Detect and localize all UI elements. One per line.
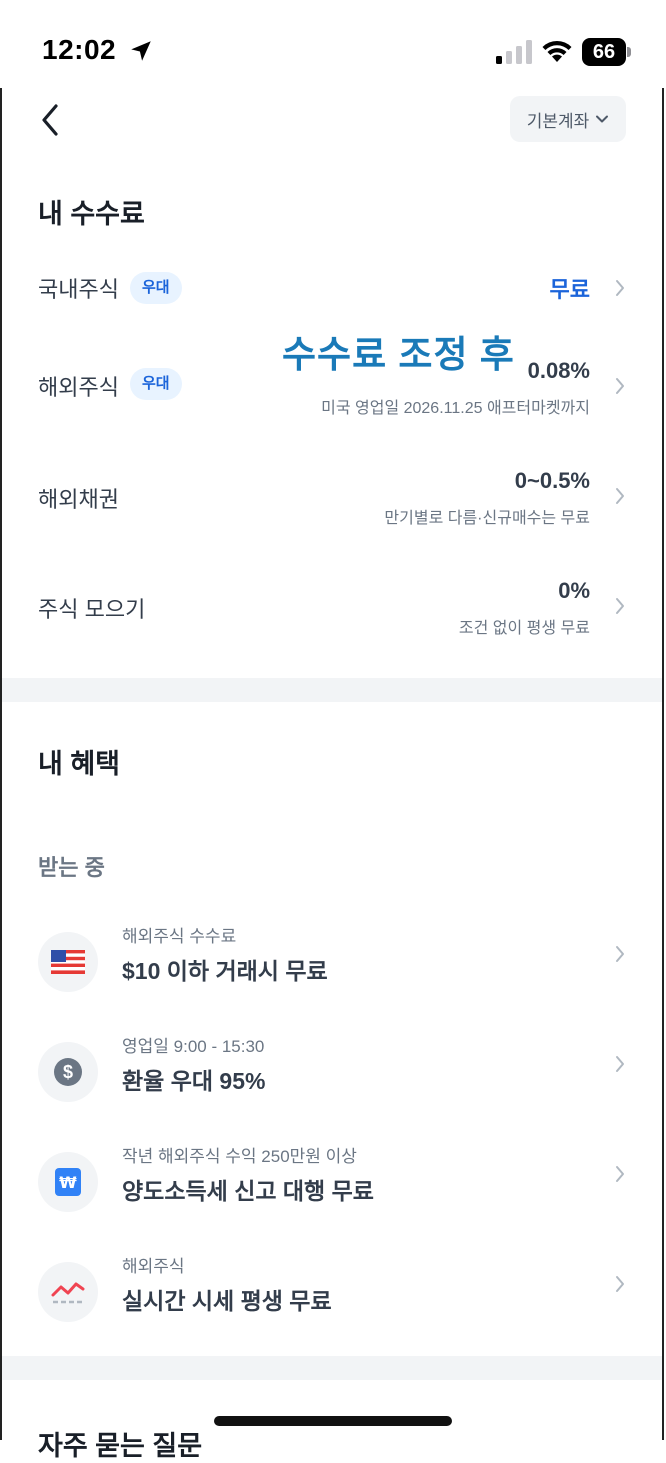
preferred-badge: 우대	[130, 272, 182, 304]
status-time: 12:02	[42, 34, 117, 65]
won-document-icon: ₩	[38, 1152, 98, 1212]
fee-label: 주식 모으기	[38, 597, 146, 622]
benefit-sub-text: 영업일 9:00 - 15:30	[122, 1037, 265, 1056]
chevron-right-icon	[616, 1056, 624, 1072]
fee-sub-text: 만기별로 다름·신규매수는 무료	[384, 510, 590, 527]
cellular-signal-icon	[496, 40, 532, 64]
chevron-down-icon	[596, 115, 609, 123]
preferred-badge: 우대	[130, 368, 182, 400]
battery-indicator: 66	[582, 38, 632, 66]
chevron-right-icon	[616, 280, 624, 296]
chevron-right-icon	[616, 1166, 624, 1182]
fee-row-domestic-stock[interactable]: 국내주식 우대 무료	[2, 260, 662, 316]
chevron-right-icon	[616, 598, 624, 614]
wifi-icon	[542, 40, 572, 62]
benefit-title: 환율 우대 95%	[122, 1068, 266, 1094]
fee-label: 해외주식	[38, 375, 119, 400]
chevron-right-icon	[616, 1276, 624, 1292]
benefit-title: 실시간 시세 평생 무료	[122, 1288, 332, 1314]
benefit-item-realtime-quotes[interactable]: 해외주식 실시간 시세 평생 무료	[2, 1252, 662, 1342]
account-selector-label: 기본계좌	[526, 111, 590, 131]
chevron-right-icon	[616, 946, 624, 962]
back-arrow-icon[interactable]	[36, 100, 66, 140]
fee-value: 0.08%	[527, 358, 590, 383]
benefit-sub-text: 작년 해외주식 수익 250만원 이상	[122, 1147, 357, 1166]
home-indicator[interactable]	[214, 1416, 452, 1426]
location-arrow-icon	[131, 41, 151, 61]
benefit-item-overseas-fee[interactable]: 해외주식 수수료 $10 이하 거래시 무료	[2, 922, 662, 1012]
fee-label: 국내주식	[38, 277, 119, 302]
fee-row-stock-collect[interactable]: 주식 모으기 0% 조건 없이 평생 무료	[2, 576, 662, 646]
fee-value: 0%	[558, 578, 590, 603]
dollar-coin-icon: $	[38, 1042, 98, 1102]
section-divider	[2, 1356, 662, 1380]
account-selector-button[interactable]: 기본계좌	[510, 96, 626, 142]
section-divider	[2, 678, 662, 702]
fee-row-overseas-bond[interactable]: 해외채권 0~0.5% 만기별로 다름·신규매수는 무료	[2, 466, 662, 536]
svg-text:₩: ₩	[59, 1173, 77, 1192]
battery-level: 66	[582, 38, 626, 66]
battery-tip	[627, 47, 631, 57]
faq-section-title[interactable]: 자주 묻는 질문	[38, 1424, 202, 1463]
chevron-right-icon	[616, 488, 624, 504]
benefit-title: $10 이하 거래시 무료	[122, 958, 328, 984]
fee-sub-text: 조건 없이 평생 무료	[458, 620, 590, 637]
us-flag-icon	[38, 932, 98, 992]
benefit-sub-text: 해외주식	[122, 1257, 185, 1276]
fee-value: 무료	[549, 277, 590, 302]
benefits-section-title: 내 혜택	[38, 749, 121, 779]
svg-text:$: $	[63, 1062, 73, 1082]
benefit-sub-text: 해외주식 수수료	[122, 927, 237, 946]
benefit-item-tax-filing[interactable]: ₩ 작년 해외주식 수익 250만원 이상 양도소득세 신고 대행 무료	[2, 1142, 662, 1232]
chevron-right-icon	[616, 378, 624, 394]
status-bar: 12:02 66	[0, 0, 666, 88]
fee-label: 해외채권	[38, 487, 119, 512]
receiving-subsection-label: 받는 중	[38, 855, 105, 880]
chart-line-icon	[38, 1262, 98, 1322]
fee-sub-text: 미국 영업일 2026.11.25 애프터마켓까지	[321, 400, 590, 417]
fee-adjusted-overlay-text: 수수료 조정 후	[282, 334, 515, 375]
benefit-title: 양도소득세 신고 대행 무료	[122, 1178, 374, 1204]
benefit-item-exchange-rate[interactable]: $ 영업일 9:00 - 15:30 환율 우대 95%	[2, 1032, 662, 1122]
fees-section-title: 내 수수료	[38, 199, 145, 229]
fee-value: 0~0.5%	[514, 468, 590, 493]
